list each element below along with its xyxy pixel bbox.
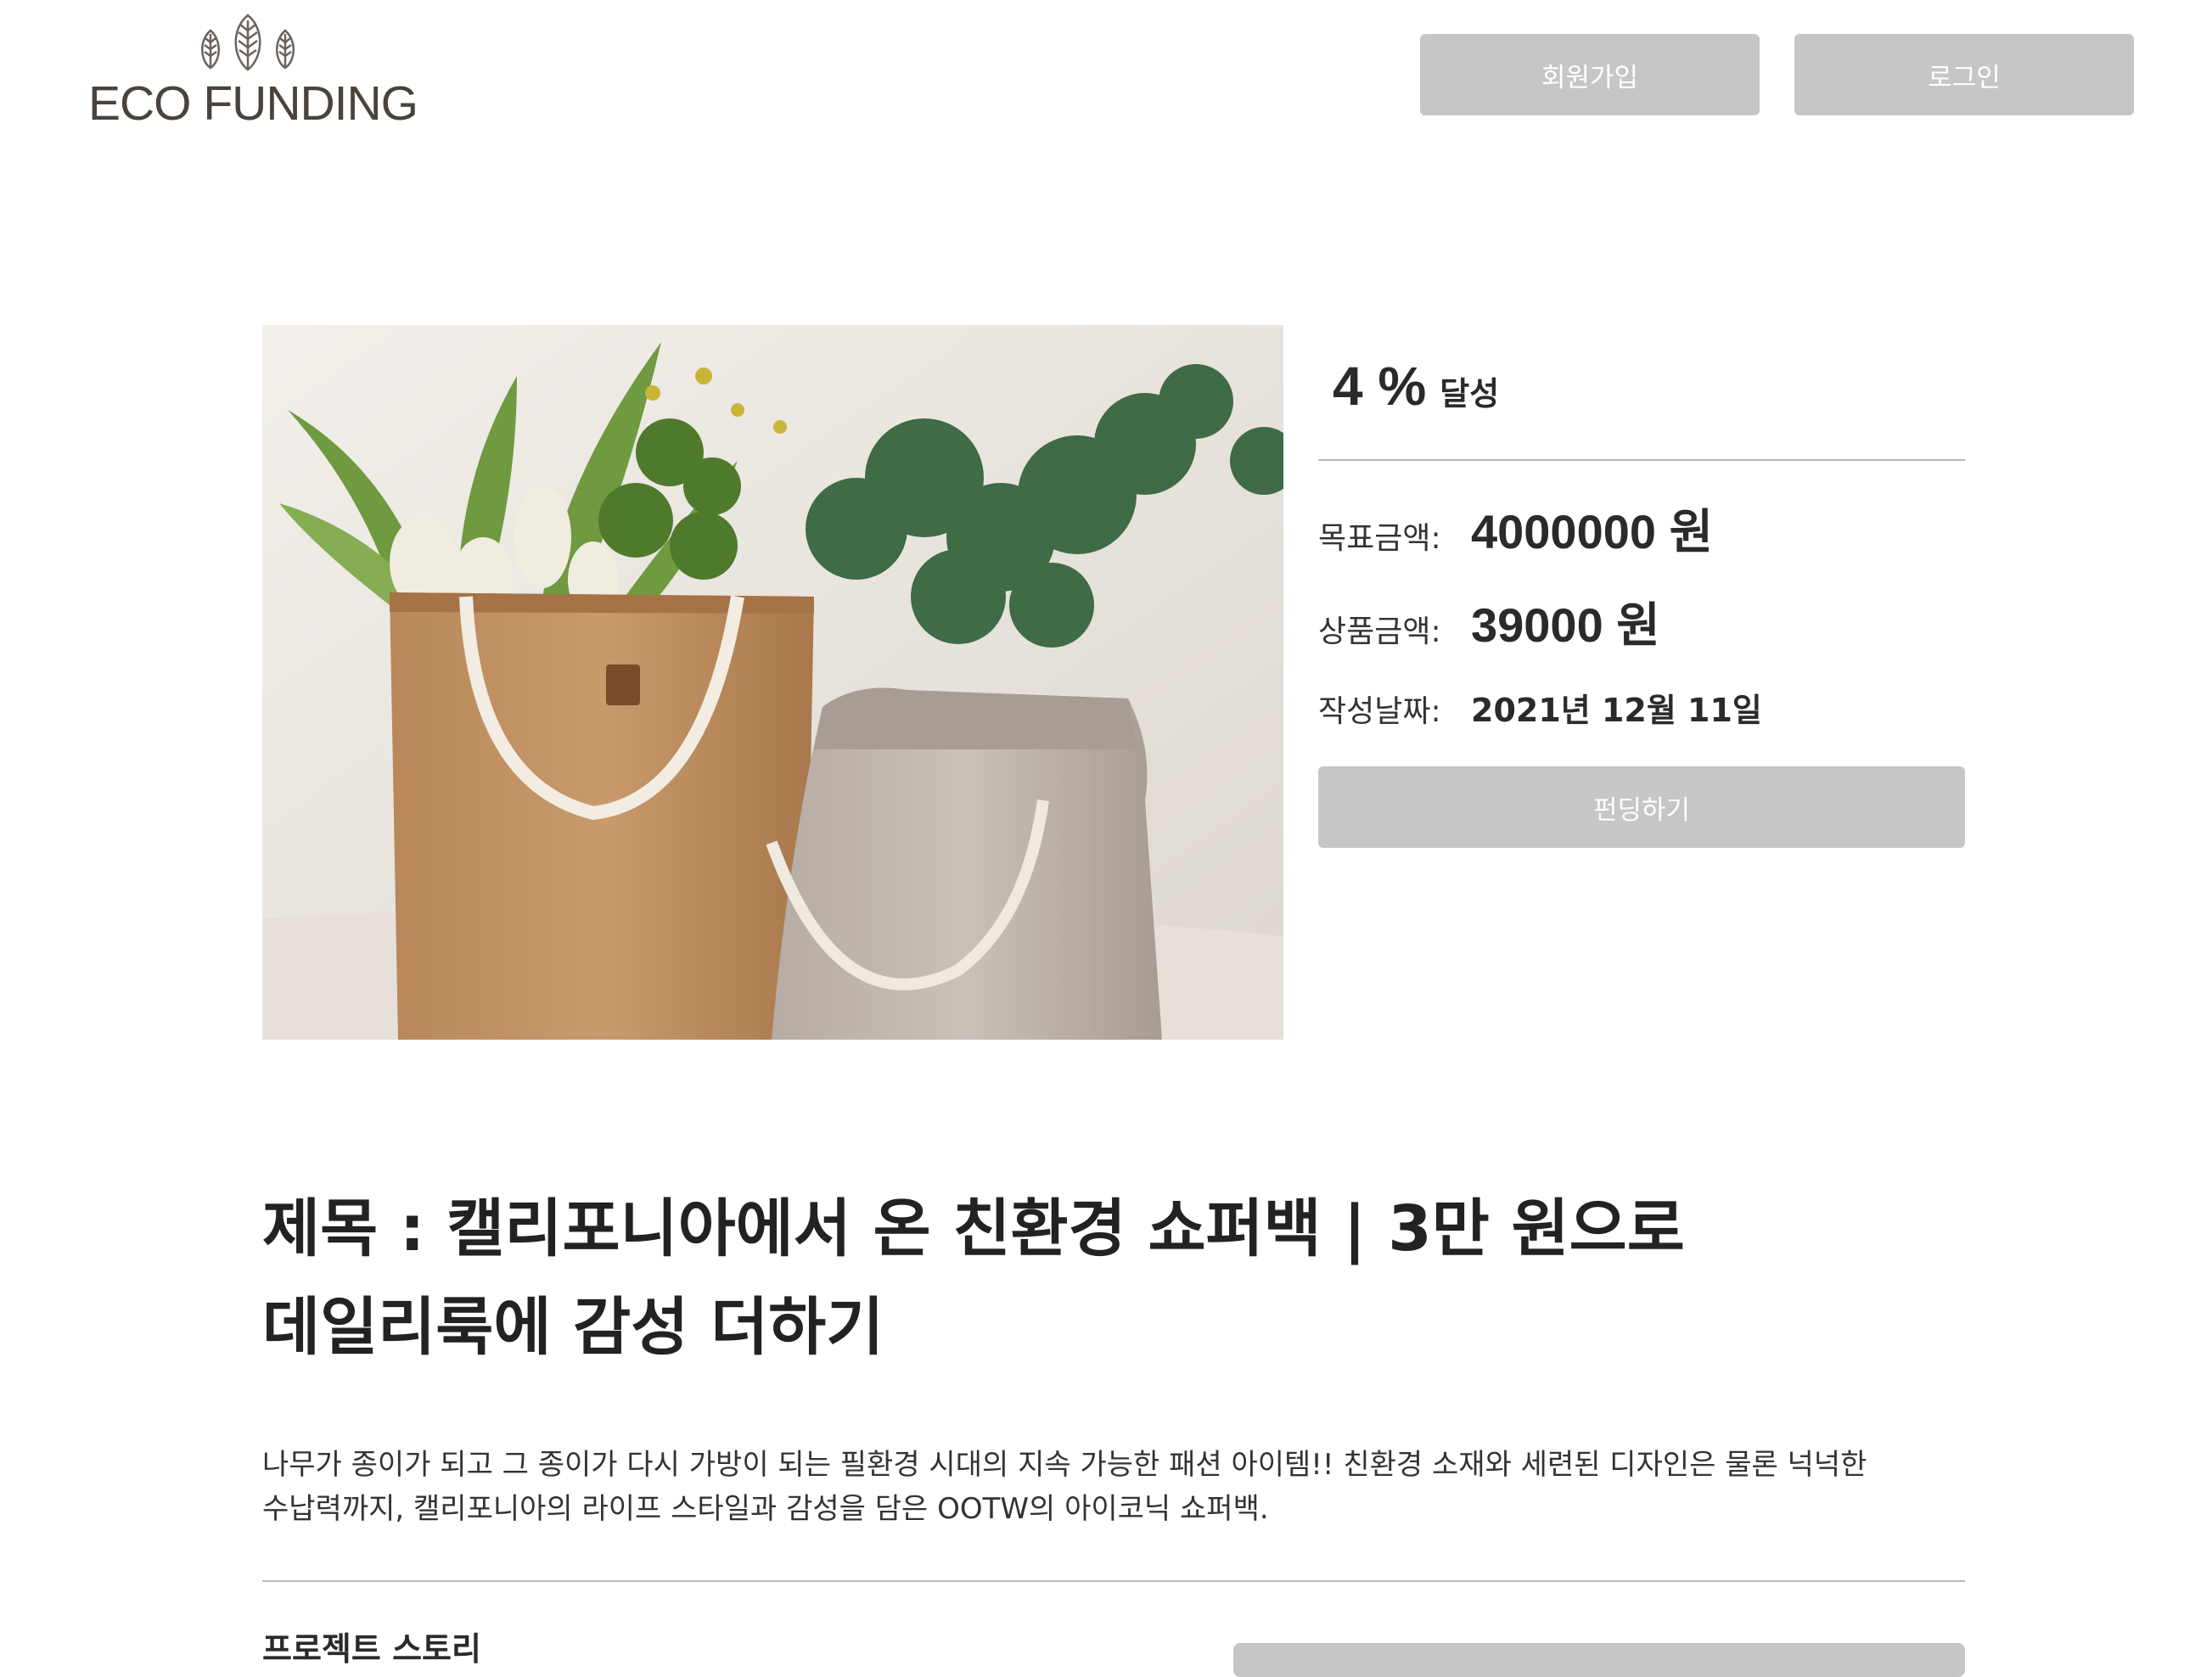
- achievement-label: 달성: [1440, 375, 1500, 412]
- achievement-rate: 4 % 달성: [1333, 355, 1499, 418]
- price-label: 상품금액:: [1318, 614, 1441, 649]
- signup-button[interactable]: 회원가입: [1420, 34, 1760, 115]
- price-value: 39000 원: [1471, 598, 1660, 652]
- price-row: 상품금액: 39000 원: [1318, 587, 1660, 656]
- fund-button[interactable]: 펀딩하기: [1318, 766, 1965, 848]
- date-label: 작성날짜:: [1318, 694, 1441, 729]
- achievement-value: 4 %: [1333, 356, 1427, 417]
- story-heading: 프로젝트 스토리: [262, 1630, 481, 1668]
- project-description: 나무가 종이가 되고 그 종이가 다시 가방이 되는 필환경 시대의 지속 가능…: [262, 1443, 1875, 1531]
- date-value: 2021년 12월 11일: [1471, 692, 1762, 729]
- goal-amount-row: 목표금액: 4000000 원: [1318, 494, 1713, 563]
- logo-text: ECO FUNDING: [88, 76, 418, 131]
- product-image: [262, 325, 1283, 1040]
- project-title-line2: 데일리룩에 감성 더하기: [262, 1291, 884, 1364]
- leaf-logo-icon: [201, 14, 295, 71]
- story-tab[interactable]: [1233, 1643, 1965, 1677]
- goal-amount-value: 4000000 원: [1471, 505, 1714, 558]
- description-line2: 수납력까지, 캘리포니아의 라이프 스타일과 감성을 담은 OOTW의 아이코닉…: [262, 1492, 1269, 1526]
- info-divider: [1318, 459, 1965, 461]
- login-button[interactable]: 로그인: [1794, 34, 2134, 115]
- date-row: 작성날짜: 2021년 12월 11일: [1318, 684, 1762, 731]
- description-line1: 나무가 종이가 되고 그 종이가 다시 가방이 되는 필환경 시대의 지속 가능…: [262, 1448, 1867, 1482]
- site-logo[interactable]: ECO FUNDING: [88, 14, 418, 132]
- project-title: 제목 : 캘리포니아에서 온 친환경 쇼퍼백 | 3만 원으로 데일리룩에 감성…: [262, 1180, 1790, 1377]
- project-title-line1: 제목 : 캘리포니아에서 온 친환경 쇼퍼백 | 3만 원으로: [262, 1192, 1685, 1265]
- section-divider: [262, 1580, 1965, 1582]
- goal-amount-label: 목표금액:: [1318, 521, 1441, 556]
